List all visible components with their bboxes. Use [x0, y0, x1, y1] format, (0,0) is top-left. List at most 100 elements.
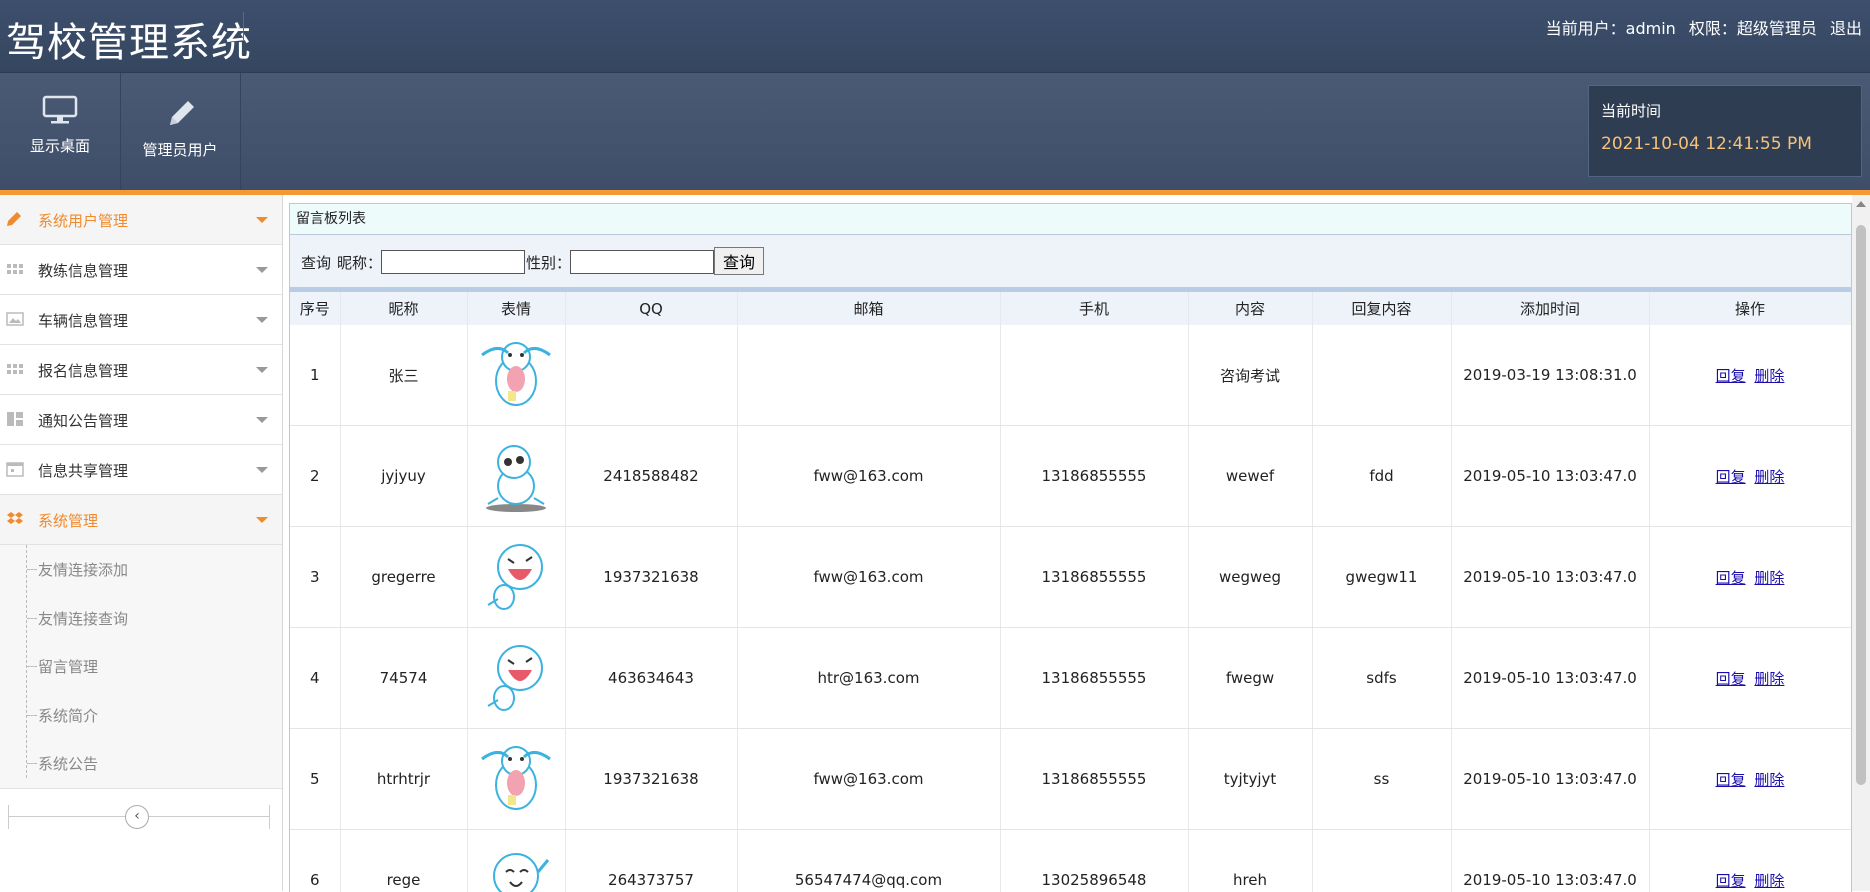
cell-face — [467, 729, 565, 830]
delete-link[interactable]: 删除 — [1754, 367, 1784, 385]
header-content: 内容 — [1188, 292, 1312, 325]
tree-dash — [27, 569, 37, 570]
reply-link[interactable]: 回复 — [1716, 872, 1746, 890]
sidebar-item-system-users[interactable]: 系统用户管理 — [0, 195, 282, 245]
dropbox-icon — [6, 511, 24, 527]
panel-title: 留言板列表 — [290, 204, 1851, 235]
sidebar-item-enrollment-info[interactable]: 报名信息管理 — [0, 345, 282, 395]
header-time: 添加时间 — [1451, 292, 1649, 325]
cell-qq — [565, 325, 737, 426]
nickname-input[interactable] — [381, 250, 525, 274]
cell-phone — [1000, 325, 1188, 426]
reply-link[interactable]: 回复 — [1716, 367, 1746, 385]
cell-content: fwegw — [1188, 628, 1312, 729]
reply-link[interactable]: 回复 — [1716, 569, 1746, 587]
cell-time: 2019-05-10 13:03:47.0 — [1451, 527, 1649, 628]
cell-reply: gwegw11 — [1312, 527, 1451, 628]
tree-dash — [27, 715, 37, 716]
sidebar-item-label: 车辆信息管理 — [38, 310, 128, 331]
title-divider — [243, 12, 244, 40]
sidebar-collapse-button[interactable]: ‹ — [125, 805, 149, 829]
cell-content: hreh — [1188, 830, 1312, 892]
cell-phone: 13186855555 — [1000, 729, 1188, 830]
logout-link[interactable]: 退出 — [1830, 19, 1862, 38]
page-scrollbar[interactable] — [1852, 195, 1870, 891]
search-button[interactable]: 查询 — [714, 247, 764, 275]
current-time-value: 2021-10-04 12:41:55 PM — [1601, 134, 1812, 154]
header-actions: 操作 — [1649, 292, 1851, 325]
query-label: 查询 — [301, 252, 331, 273]
laughing-face-icon — [469, 640, 564, 716]
sidebar-item-coach-info[interactable]: 教练信息管理 — [0, 245, 282, 295]
cell-time: 2019-05-10 13:03:47.0 — [1451, 426, 1649, 527]
scrollbar-thumb[interactable] — [1856, 225, 1866, 785]
cell-no: 4 — [290, 628, 340, 729]
cell-reply: fdd — [1312, 426, 1451, 527]
cell-nickname: 74574 — [340, 628, 467, 729]
submenu-item-message-management[interactable]: 留言管理 — [0, 642, 282, 691]
reply-link[interactable]: 回复 — [1716, 468, 1746, 486]
pencil-icon — [6, 211, 24, 227]
cell-reply: ss — [1312, 729, 1451, 830]
delete-link[interactable]: 删除 — [1754, 670, 1784, 688]
header-qq: QQ — [565, 292, 737, 325]
cell-email: fww@163.com — [737, 527, 1000, 628]
collapse-bar-tick — [8, 805, 9, 829]
reply-link[interactable]: 回复 — [1716, 771, 1746, 789]
scroll-up-arrow-icon[interactable] — [1856, 201, 1866, 207]
cell-reply — [1312, 325, 1451, 426]
reply-link[interactable]: 回复 — [1716, 670, 1746, 688]
cell-actions: 回复 删除 — [1649, 830, 1851, 892]
submenu-item-system-intro[interactable]: 系统简介 — [0, 691, 282, 740]
chevron-down-icon — [256, 317, 268, 323]
main-panel: 留言板列表 查询 昵称： 性别： 查询 序号 昵称 表情 QQ 邮箱 手机 内容… — [289, 203, 1852, 892]
header-face: 表情 — [467, 292, 565, 325]
sidebar-item-label: 信息共享管理 — [38, 460, 128, 481]
tree-dash — [27, 666, 37, 667]
header-phone: 手机 — [1000, 292, 1188, 325]
delete-link[interactable]: 删除 — [1754, 872, 1784, 890]
sidebar-item-label: 系统管理 — [38, 510, 98, 531]
sidebar-item-notice[interactable]: 通知公告管理 — [0, 395, 282, 445]
cell-no: 1 — [290, 325, 340, 426]
submenu-item-query-link[interactable]: 友情连接查询 — [0, 594, 282, 643]
cell-time: 2019-05-10 13:03:47.0 — [1451, 628, 1649, 729]
sidebar-item-system-management[interactable]: 系统管理 — [0, 495, 282, 545]
submenu-item-label: 留言管理 — [38, 656, 98, 677]
cell-content: wewef — [1188, 426, 1312, 527]
cell-reply: sdfs — [1312, 628, 1451, 729]
gender-input[interactable] — [570, 250, 714, 274]
cell-face — [467, 830, 565, 892]
app-title: 驾校管理系统 — [6, 10, 252, 68]
cell-no: 2 — [290, 426, 340, 527]
tree-dash — [27, 763, 37, 764]
chevron-left-icon: ‹ — [134, 808, 140, 824]
sidebar-item-info-share[interactable]: 信息共享管理 — [0, 445, 282, 495]
cell-actions: 回复 删除 — [1649, 426, 1851, 527]
user-info: 当前用户：admin 权限：超级管理员 退出 — [1538, 15, 1862, 39]
role-label: 权限：超级管理员 — [1689, 19, 1817, 38]
sidebar-item-vehicle-info[interactable]: 车辆信息管理 — [0, 295, 282, 345]
chevron-down-icon — [256, 417, 268, 423]
cell-nickname: gregerre — [340, 527, 467, 628]
cell-email: 56547474@qq.com — [737, 830, 1000, 892]
delete-link[interactable]: 删除 — [1754, 468, 1784, 486]
chevron-down-icon — [256, 217, 268, 223]
submenu-item-system-notice[interactable]: 系统公告 — [0, 739, 282, 788]
submenu-item-add-link[interactable]: 友情连接添加 — [0, 545, 282, 594]
cell-content: tyjtyjyt — [1188, 729, 1312, 830]
cell-phone: 13186855555 — [1000, 628, 1188, 729]
submenu-item-label: 友情连接添加 — [38, 559, 128, 580]
show-desktop-button[interactable]: 显示桌面 — [0, 73, 121, 190]
cell-no: 5 — [290, 729, 340, 830]
cell-qq: 1937321638 — [565, 729, 737, 830]
delete-link[interactable]: 删除 — [1754, 569, 1784, 587]
chevron-down-icon — [256, 517, 268, 523]
admin-users-button[interactable]: 管理员用户 — [120, 73, 241, 190]
chevron-down-icon — [256, 267, 268, 273]
delete-link[interactable]: 删除 — [1754, 771, 1784, 789]
cell-nickname: 张三 — [340, 325, 467, 426]
cell-email: fww@163.com — [737, 426, 1000, 527]
nickname-label: 昵称： — [337, 252, 382, 273]
cell-email — [737, 325, 1000, 426]
